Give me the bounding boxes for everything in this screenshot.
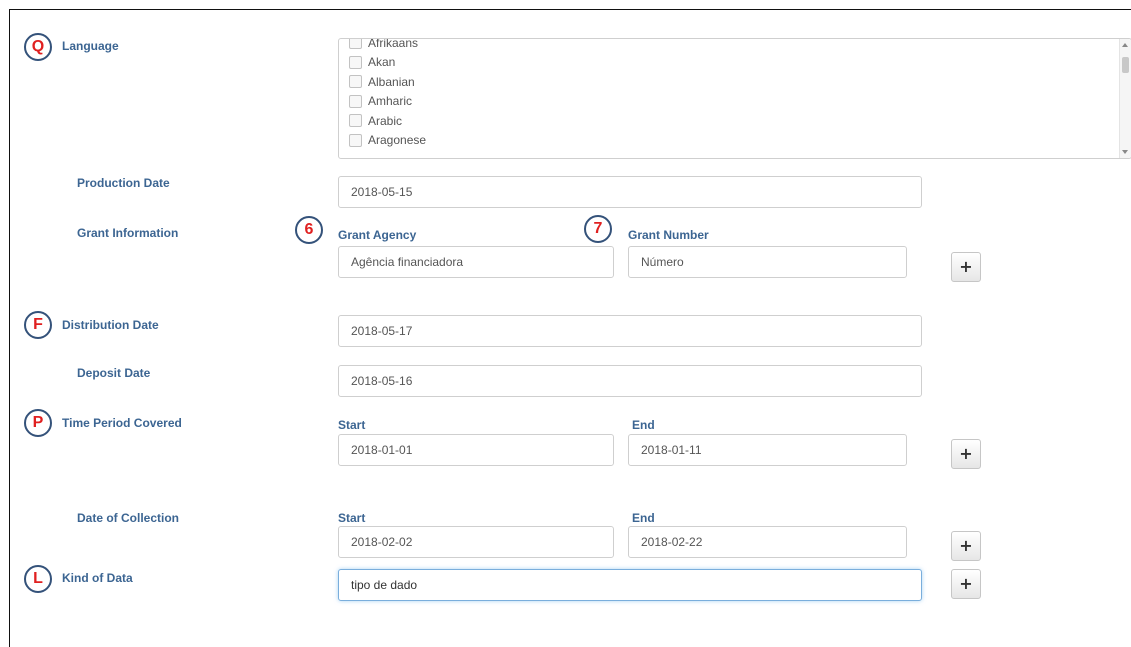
language-checkbox[interactable] bbox=[349, 133, 362, 147]
add-time-period-button[interactable]: + bbox=[951, 439, 981, 469]
scroll-up-arrow-icon[interactable] bbox=[1122, 43, 1128, 47]
distribution-date-input[interactable] bbox=[338, 315, 922, 347]
time-period-end-input[interactable] bbox=[628, 434, 907, 466]
collection-start-label: Start bbox=[338, 511, 366, 525]
language-checkbox[interactable] bbox=[349, 114, 362, 128]
language-listbox[interactable]: Afrikaans Akan Albanian Amharic Arabic Aragon… bbox=[338, 38, 1131, 159]
language-option-label: Amharic bbox=[368, 94, 413, 109]
production-date-input[interactable] bbox=[338, 176, 922, 208]
language-option-label: Albanian bbox=[368, 74, 415, 89]
language-option-label: Arabic bbox=[368, 113, 403, 128]
time-period-start-input[interactable] bbox=[338, 434, 614, 466]
language-checkbox[interactable] bbox=[349, 39, 362, 50]
language-checkbox[interactable] bbox=[349, 55, 362, 69]
annotation-badge-l: L bbox=[24, 565, 52, 593]
deposit-date-input[interactable] bbox=[338, 365, 922, 397]
annotation-badge-p: P bbox=[24, 409, 52, 437]
grant-information-label: Grant Information bbox=[77, 226, 179, 240]
language-option[interactable]: Akan bbox=[349, 53, 426, 73]
add-grant-button[interactable]: + bbox=[951, 252, 981, 282]
language-label: Language bbox=[62, 39, 119, 53]
grant-number-input[interactable] bbox=[628, 246, 907, 278]
grant-agency-label: Grant Agency bbox=[338, 228, 417, 242]
kind-of-data-input[interactable] bbox=[338, 569, 922, 601]
distribution-date-label: Distribution Date bbox=[62, 318, 159, 332]
collection-start-input[interactable] bbox=[338, 526, 614, 558]
kind-of-data-label: Kind of Data bbox=[62, 571, 133, 585]
language-checkbox[interactable] bbox=[349, 75, 362, 89]
grant-agency-input[interactable] bbox=[338, 246, 614, 278]
date-of-collection-label: Date of Collection bbox=[77, 511, 180, 525]
language-option[interactable]: Afrikaans bbox=[349, 38, 426, 53]
annotation-badge-f: F bbox=[24, 311, 52, 339]
annotation-badge-q: Q bbox=[24, 33, 52, 61]
time-period-start-label: Start bbox=[338, 418, 366, 432]
language-option[interactable]: Aragonese bbox=[349, 131, 426, 151]
scroll-down-arrow-icon[interactable] bbox=[1122, 150, 1128, 154]
language-options: Afrikaans Akan Albanian Amharic Arabic Aragon… bbox=[349, 38, 426, 151]
collection-end-input[interactable] bbox=[628, 526, 907, 558]
annotation-badge-7: 7 bbox=[584, 215, 612, 243]
language-option-label: Akan bbox=[368, 55, 396, 70]
annotation-badge-6: 6 bbox=[295, 216, 323, 244]
production-date-label: Production Date bbox=[77, 176, 170, 190]
language-option-label: Aragonese bbox=[368, 133, 427, 148]
grant-number-label: Grant Number bbox=[628, 228, 709, 242]
language-option-label: Afrikaans bbox=[368, 38, 419, 50]
language-option[interactable]: Albanian bbox=[349, 72, 426, 92]
language-checkbox[interactable] bbox=[349, 94, 362, 108]
language-option[interactable]: Arabic bbox=[349, 111, 426, 131]
deposit-date-label: Deposit Date bbox=[77, 366, 151, 380]
scrollbar-thumb[interactable] bbox=[1122, 57, 1129, 73]
add-kind-of-data-button[interactable]: + bbox=[951, 569, 981, 599]
collection-end-label: End bbox=[632, 511, 655, 525]
time-period-label: Time Period Covered bbox=[62, 416, 182, 430]
language-scrollbar[interactable] bbox=[1119, 39, 1131, 158]
language-option[interactable]: Amharic bbox=[349, 92, 426, 112]
add-collection-date-button[interactable]: + bbox=[951, 531, 981, 561]
time-period-end-label: End bbox=[632, 418, 655, 432]
